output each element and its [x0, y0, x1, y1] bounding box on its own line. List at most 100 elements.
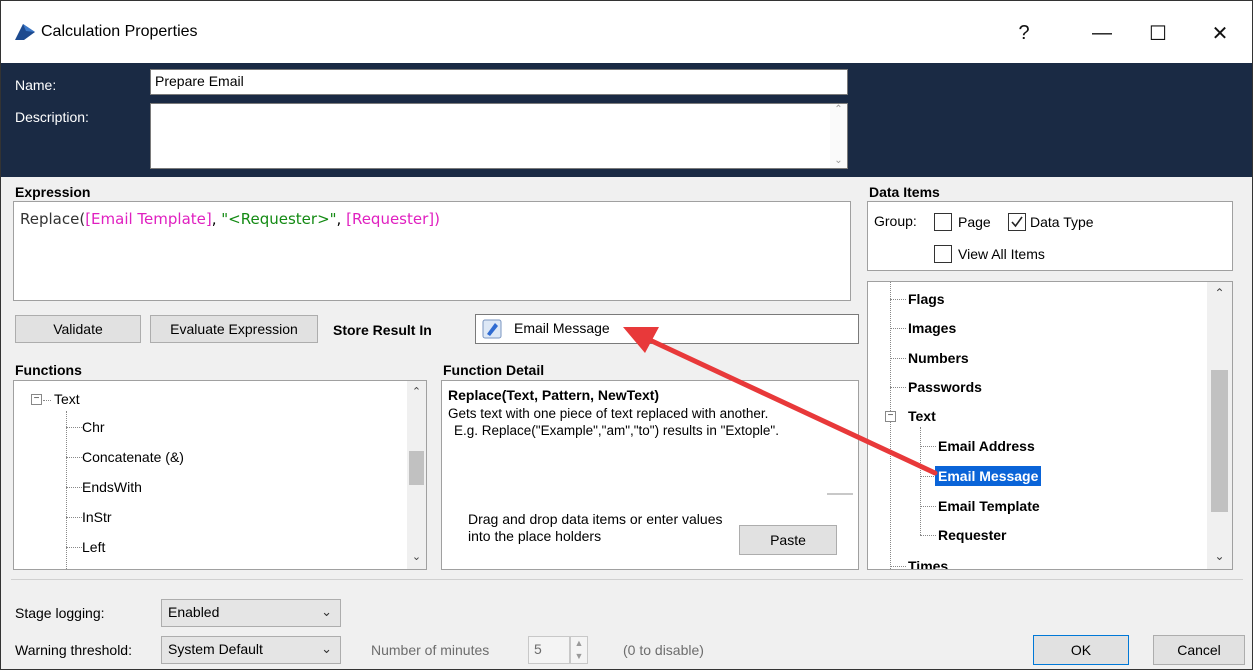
spin-up-icon[interactable]: ▲ — [571, 637, 587, 650]
store-result-value: Email Message — [514, 320, 610, 336]
functions-group-text[interactable]: Text — [54, 391, 80, 407]
store-result-field[interactable]: Email Message — [475, 314, 859, 344]
function-detail-panel: Replace(Text, Pattern, NewText) Gets tex… — [441, 380, 859, 570]
tree-item-passwords[interactable]: Passwords — [908, 379, 982, 395]
function-description: Gets text with one piece of text replace… — [448, 406, 769, 421]
collapse-icon[interactable]: − — [885, 411, 896, 422]
stage-logging-select[interactable]: Enabled ⌄ — [161, 599, 341, 627]
tree-item-requester[interactable]: Requester — [938, 527, 1006, 543]
functions-tree[interactable]: − Text Chr Concatenate (&) EndsWith InSt… — [13, 380, 427, 570]
name-input[interactable]: Prepare Email — [150, 69, 848, 95]
scroll-thumb[interactable] — [1211, 370, 1228, 512]
warning-threshold-select[interactable]: System Default ⌄ — [161, 636, 341, 664]
close-button[interactable]: ✕ — [1197, 13, 1243, 53]
tree-item-flags[interactable]: Flags — [908, 291, 945, 307]
data-items-grouping: Group: Page Data Type View All Items — [867, 201, 1233, 271]
cancel-button[interactable]: Cancel — [1153, 635, 1245, 665]
tree-line — [890, 328, 906, 329]
tree-item-text[interactable]: Text — [908, 408, 936, 424]
minutes-input[interactable]: 5 — [528, 636, 570, 664]
expression-editor[interactable]: Replace([Email Template], "<Requester>",… — [13, 201, 851, 301]
expression-function: Replace( — [20, 210, 86, 228]
scroll-down-icon[interactable]: ⌄ — [407, 550, 426, 563]
minutes-hint: (0 to disable) — [623, 642, 704, 658]
view-all-items-checkbox[interactable] — [934, 245, 952, 263]
tree-line — [890, 282, 891, 569]
page-checkbox[interactable] — [934, 213, 952, 231]
window-title: Calculation Properties — [41, 23, 198, 40]
stage-logging-label: Stage logging: — [15, 605, 105, 621]
tree-line — [66, 487, 82, 488]
tree-line — [920, 506, 936, 507]
description-input[interactable] — [150, 103, 848, 169]
expression-arg-requester: [Requester] — [346, 210, 435, 228]
data-type-checkbox-label: Data Type — [1030, 214, 1094, 230]
help-button[interactable]: ? — [1001, 13, 1047, 53]
function-item[interactable]: Left — [82, 539, 105, 555]
tree-line — [920, 446, 936, 447]
view-all-items-label: View All Items — [958, 246, 1045, 262]
tree-line — [920, 535, 936, 536]
expression-arg-email-template: [Email Template] — [85, 210, 212, 228]
validate-button[interactable]: Validate — [15, 315, 141, 343]
tree-line — [890, 299, 906, 300]
tree-line — [920, 427, 921, 535]
drag-drop-hint: Drag and drop data items or enter values… — [468, 511, 723, 544]
maximize-icon: ☐ — [1149, 22, 1167, 45]
maximize-button[interactable]: ☐ — [1135, 13, 1181, 53]
paste-button[interactable]: Paste — [739, 525, 837, 555]
tree-item-times[interactable]: Times — [908, 558, 948, 569]
chevron-down-icon: ⌄ — [321, 604, 332, 619]
function-item[interactable]: EndsWith — [82, 479, 142, 495]
data-type-checkbox[interactable] — [1008, 213, 1026, 231]
description-label: Description: — [15, 109, 89, 125]
scroll-down-icon[interactable]: ⌄ — [1207, 549, 1232, 563]
tree-line — [920, 476, 934, 477]
scroll-thumb[interactable] — [409, 451, 424, 485]
function-item[interactable]: Concatenate (&) — [82, 449, 184, 465]
expression-close-paren: ) — [434, 210, 440, 228]
functions-scrollbar[interactable]: ⌃ ⌄ — [407, 381, 426, 569]
tree-item-email-address[interactable]: Email Address — [938, 438, 1035, 454]
function-signature: Replace(Text, Pattern, NewText) — [448, 387, 660, 403]
minutes-label: Number of minutes — [371, 642, 490, 658]
checkmark-icon — [1011, 216, 1023, 228]
collapse-icon[interactable]: − — [31, 394, 42, 405]
page-checkbox-label: Page — [958, 214, 991, 230]
scroll-down-icon: ⌄ — [834, 155, 843, 166]
tree-line — [890, 566, 906, 567]
tree-item-images[interactable]: Images — [908, 320, 956, 336]
tree-line — [66, 547, 82, 548]
group-label: Group: — [874, 213, 917, 229]
scroll-up-icon[interactable]: ⌃ — [407, 385, 426, 398]
ok-button[interactable]: OK — [1033, 635, 1129, 665]
minimize-button[interactable]: — — [1079, 13, 1125, 53]
help-icon: ? — [1018, 21, 1030, 44]
tree-item-email-message-selected[interactable]: Email Message — [935, 466, 1042, 486]
warning-threshold-value: System Default — [168, 641, 263, 657]
minimize-icon: — — [1092, 21, 1112, 44]
tree-item-email-template[interactable]: Email Template — [938, 498, 1040, 514]
tree-item-numbers[interactable]: Numbers — [908, 350, 969, 366]
minutes-spinner[interactable]: ▲ ▼ — [570, 636, 588, 664]
expression-separator: , — [336, 210, 347, 228]
tree-line — [66, 517, 82, 518]
scroll-up-icon[interactable]: ⌃ — [1207, 286, 1232, 300]
title-bar: Calculation Properties ? — ☐ ✕ — [1, 1, 1252, 63]
data-items-scrollbar[interactable]: ⌃ ⌄ — [1207, 282, 1232, 569]
tree-line — [890, 358, 906, 359]
data-items-tree[interactable]: Flags Images Numbers Passwords − Text Em… — [867, 281, 1233, 570]
calculation-properties-dialog: Calculation Properties ? — ☐ ✕ Name: Pre… — [0, 0, 1253, 670]
function-item[interactable]: InStr — [82, 509, 112, 525]
data-items-label: Data Items — [869, 184, 940, 200]
evaluate-expression-button[interactable]: Evaluate Expression — [150, 315, 318, 343]
function-item[interactable]: Chr — [82, 419, 105, 435]
store-result-label: Store Result In — [333, 322, 432, 338]
function-example: E.g. Replace("Example","am","to") result… — [454, 423, 779, 438]
tree-line — [43, 400, 51, 401]
spin-down-icon[interactable]: ▼ — [571, 650, 587, 663]
app-logo-icon — [15, 24, 35, 40]
properties-header: Name: Prepare Email Description: ⌃ ⌄ — [1, 63, 1252, 177]
data-item-icon — [482, 319, 502, 339]
description-scrollbar[interactable]: ⌃ ⌄ — [830, 104, 847, 168]
